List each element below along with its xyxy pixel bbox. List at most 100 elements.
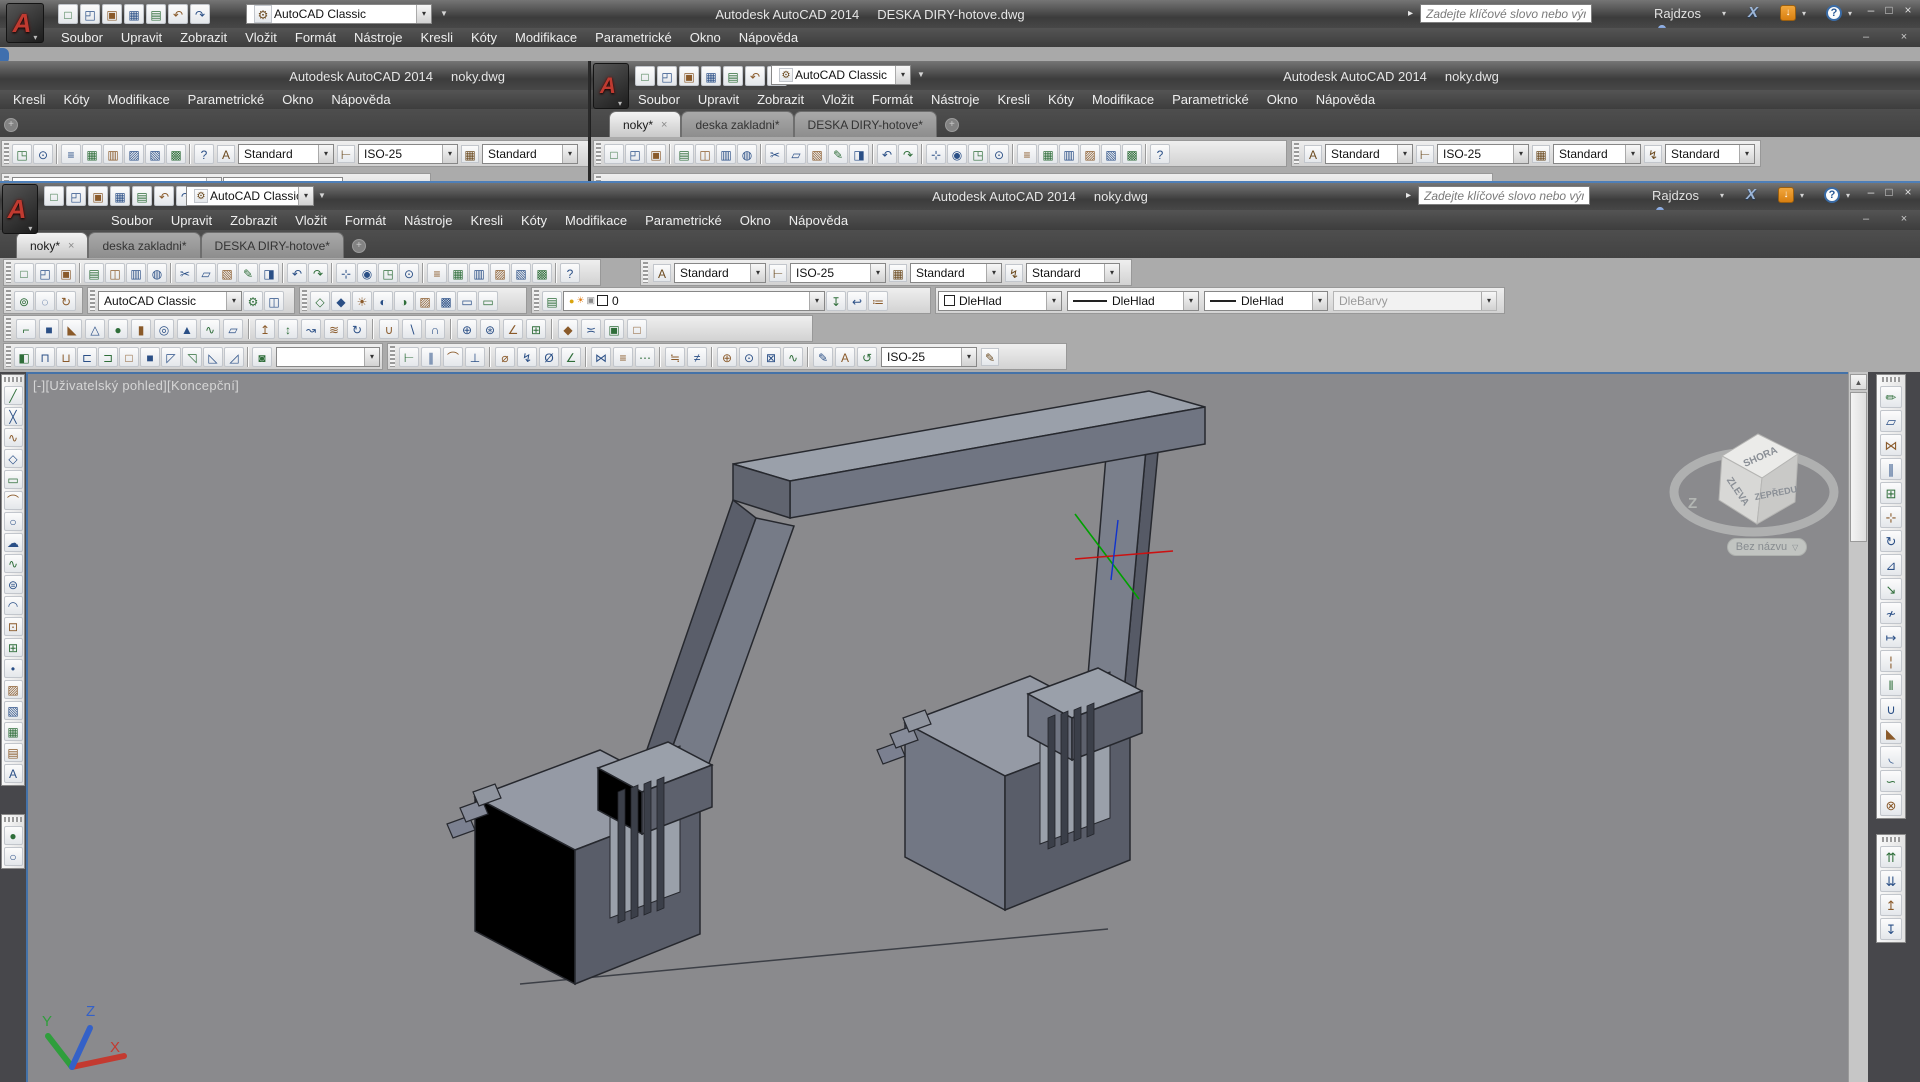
properties-icon[interactable]: ≡ — [61, 144, 81, 164]
cylinder-icon[interactable]: ▮ — [131, 319, 151, 339]
menu-upravit[interactable]: Upravit — [689, 92, 748, 107]
toolbar-grip[interactable] — [90, 290, 95, 311]
point-light-icon[interactable]: ● — [4, 826, 23, 845]
materials-icon[interactable]: ◐ — [373, 291, 393, 311]
tab-deska-zakladni[interactable]: deska zakladni* — [681, 111, 793, 137]
menu-vložit[interactable]: Vložit — [813, 92, 863, 107]
presspull-icon[interactable]: ↕ — [278, 319, 298, 339]
application-menu-button[interactable]: A ▾ — [2, 184, 38, 234]
zoom-previous-icon[interactable]: ⊙ — [33, 144, 53, 164]
qat-overflow-icon[interactable]: ▼ — [917, 70, 925, 79]
undo-icon[interactable]: ↶ — [154, 186, 174, 206]
toolbar-grip[interactable] — [302, 290, 307, 311]
dim-style-combo[interactable]: ISO-25▾ — [1437, 144, 1529, 164]
view-right-icon[interactable]: ⊐ — [98, 347, 118, 367]
view-front-icon[interactable]: □ — [119, 347, 139, 367]
model-space-viewport[interactable] — [26, 372, 1848, 1082]
toolbar-grip[interactable] — [6, 290, 11, 311]
polysolid-icon[interactable]: ⌐ — [16, 319, 36, 339]
menu-soubor[interactable]: Soubor — [629, 92, 689, 107]
my-workspace-icon[interactable]: ◫ — [264, 291, 284, 311]
chevron-down-icon[interactable]: ▾ — [416, 5, 431, 23]
lineweight-combo[interactable]: DleHlad▾ — [1204, 291, 1328, 311]
open-icon[interactable]: ◰ — [66, 186, 86, 206]
quick-calc-icon[interactable]: ▩ — [166, 144, 186, 164]
open-icon[interactable]: ◰ — [625, 144, 645, 164]
layer-states-manager-icon[interactable]: ≔ — [868, 291, 888, 311]
constrained-orbit-icon[interactable]: ⊚ — [14, 291, 34, 311]
dim-style-combo[interactable]: ISO-25▾ — [358, 144, 458, 164]
toolbar-grip[interactable] — [6, 346, 11, 367]
undo-icon[interactable]: ↶ — [877, 144, 897, 164]
insert-block-icon[interactable]: ⊡ — [4, 617, 23, 636]
plot-preview-icon[interactable]: ◫ — [695, 144, 715, 164]
mleader-style-icon[interactable]: ↯ — [1644, 145, 1662, 163]
menu-formát[interactable]: Formát — [286, 30, 345, 45]
save-icon[interactable]: ▣ — [102, 4, 122, 24]
trim-icon[interactable]: ≁ — [1880, 602, 1902, 624]
3d-print-icon[interactable]: ◍ — [737, 144, 757, 164]
dim-inspect-icon[interactable]: ⊠ — [761, 347, 781, 367]
planar-surface-icon[interactable]: ▱ — [223, 319, 243, 339]
toolbar-grip[interactable] — [1882, 837, 1900, 842]
redo-icon[interactable]: ↷ — [898, 144, 918, 164]
zoom-realtime-icon[interactable]: ◉ — [947, 144, 967, 164]
scrollbar-thumb[interactable] — [1850, 392, 1867, 542]
tab-deska-zakladni[interactable]: deska zakladni* — [88, 232, 200, 258]
vertical-scrollbar[interactable]: ▲ — [1848, 372, 1868, 1082]
dim-style-toolbar-combo[interactable]: ISO-25▾ — [881, 347, 977, 367]
help-icon[interactable]: ? — [560, 263, 580, 283]
convert-to-surface-icon[interactable]: □ — [627, 319, 647, 339]
rectangle-icon[interactable]: ▭ — [4, 470, 23, 489]
menu-nástroje[interactable]: Nástroje — [395, 213, 461, 228]
layer-previous-icon[interactable]: ↩ — [847, 291, 867, 311]
new-icon[interactable]: □ — [58, 4, 78, 24]
image-icon[interactable]: ▭ — [478, 291, 498, 311]
autodesk-exchange-icon[interactable]: X — [1748, 4, 1758, 21]
table-style-icon[interactable]: ▦ — [889, 264, 907, 282]
new-icon[interactable]: □ — [14, 263, 34, 283]
ellipse-arc-icon[interactable]: ◠ — [4, 596, 23, 615]
zoom-previous-icon[interactable]: ⊙ — [399, 263, 419, 283]
menu-okno[interactable]: Okno — [1258, 92, 1307, 107]
markup-set-manager-icon[interactable]: ▧ — [1101, 144, 1121, 164]
gradient-icon[interactable]: ▧ — [4, 701, 23, 720]
3d-array-icon[interactable]: ⊞ — [526, 319, 546, 339]
menu-parametrické[interactable]: Parametrické — [636, 213, 731, 228]
save-as-icon[interactable]: ▦ — [110, 186, 130, 206]
publish-icon[interactable]: ▥ — [126, 263, 146, 283]
mleader-style-icon[interactable]: ↯ — [1005, 264, 1023, 282]
menu-modifikace[interactable]: Modifikace — [506, 30, 586, 45]
copy-icon[interactable]: ▱ — [1880, 410, 1902, 432]
create-camera-icon[interactable]: ◙ — [252, 347, 272, 367]
toolbar-grip[interactable] — [390, 346, 395, 367]
table-style-combo[interactable]: Standard▾ — [482, 144, 578, 164]
pan-icon[interactable]: ⊹ — [336, 263, 356, 283]
plot-icon[interactable]: ▤ — [723, 66, 743, 86]
free-orbit-icon[interactable]: ◌ — [35, 291, 55, 311]
toolbar-grip[interactable] — [6, 318, 11, 339]
menu-zobrazit[interactable]: Zobrazit — [748, 92, 813, 107]
save-icon[interactable]: ▣ — [679, 66, 699, 86]
point-icon[interactable]: • — [4, 659, 23, 678]
circle-icon[interactable]: ○ — [4, 512, 23, 531]
help-chevron-icon[interactable]: ▾ — [1846, 191, 1850, 200]
torus-icon[interactable]: ◎ — [154, 319, 174, 339]
menu-parametrické[interactable]: Parametrické — [179, 92, 274, 107]
text-style-combo[interactable]: Standard▾ — [1325, 144, 1413, 164]
construction-line-icon[interactable]: ╳ — [4, 407, 23, 426]
tab-close-icon[interactable]: × — [661, 119, 667, 131]
break-at-point-icon[interactable]: ¦ — [1880, 650, 1902, 672]
3d-align-icon[interactable]: ∠ — [503, 319, 523, 339]
dim-baseline-icon[interactable]: ≡ — [613, 347, 633, 367]
plot-icon[interactable]: ▤ — [146, 4, 166, 24]
markup-set-manager-icon[interactable]: ▧ — [145, 144, 165, 164]
search-input[interactable] — [1418, 186, 1590, 205]
viewcube-named-view-pill[interactable]: Bez názvu ▽ — [1727, 538, 1807, 556]
menu-nástroje[interactable]: Nástroje — [345, 30, 411, 45]
save-icon[interactable]: ▣ — [88, 186, 108, 206]
paste-icon[interactable]: ▧ — [807, 144, 827, 164]
qat-overflow-icon[interactable]: ▼ — [318, 191, 326, 200]
3d-move-icon[interactable]: ⊕ — [457, 319, 477, 339]
make-block-icon[interactable]: ⊞ — [4, 638, 23, 657]
